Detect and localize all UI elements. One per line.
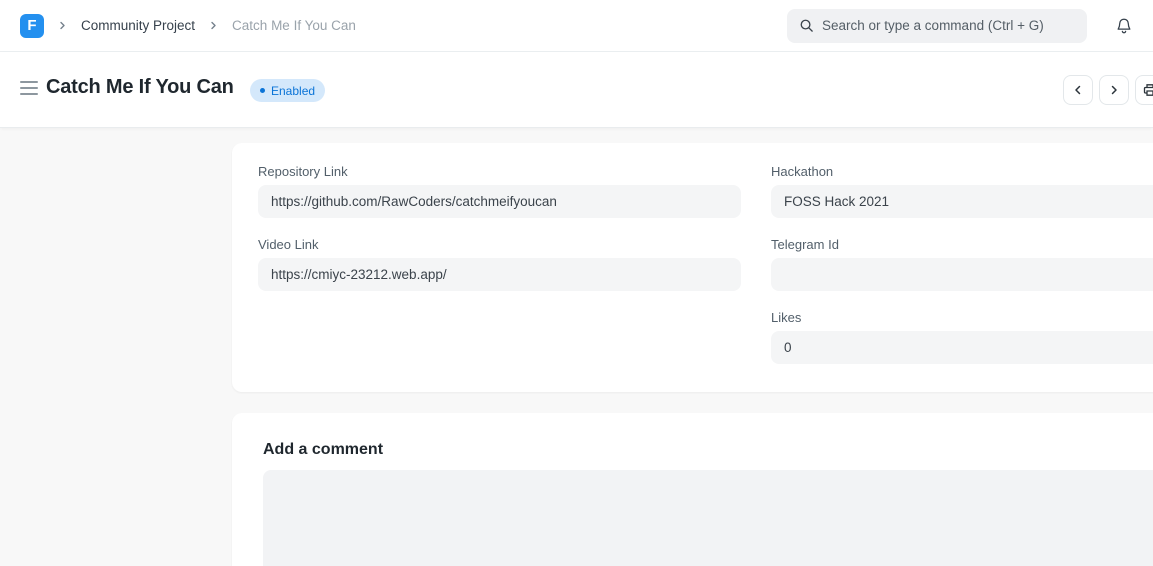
field-video-link: Video Link [258, 237, 741, 291]
telegram-id-input[interactable] [771, 258, 1153, 291]
next-document-button[interactable] [1099, 75, 1129, 105]
likes-input[interactable] [771, 331, 1153, 364]
form-section-card: Repository Link Video Link Hackathon Tel… [232, 143, 1153, 392]
comment-input[interactable] [263, 470, 1153, 566]
chevron-left-icon [1072, 84, 1084, 96]
previous-document-button[interactable] [1063, 75, 1093, 105]
video-link-input[interactable] [258, 258, 741, 291]
chevron-right-icon [58, 21, 67, 30]
search-input[interactable] [822, 18, 1075, 33]
global-search[interactable] [787, 9, 1087, 43]
field-repository-link: Repository Link [258, 164, 741, 218]
breadcrumb-item-community-project[interactable]: Community Project [81, 18, 195, 33]
field-label: Video Link [258, 237, 741, 252]
breadcrumb-item-current: Catch Me If You Can [232, 18, 356, 33]
field-hackathon: Hackathon [771, 164, 1153, 218]
hackathon-input[interactable] [771, 185, 1153, 218]
add-comment-heading: Add a comment [263, 441, 383, 459]
repository-link-input[interactable] [258, 185, 741, 218]
field-label: Telegram Id [771, 237, 1153, 252]
status-badge-label: Enabled [271, 84, 315, 98]
field-telegram-id: Telegram Id [771, 237, 1153, 291]
frappe-logo-icon[interactable]: F [20, 14, 44, 38]
page-title: Catch Me If You Can [46, 76, 234, 99]
status-badge: Enabled [250, 79, 325, 102]
comments-section-card: Add a comment [232, 413, 1153, 566]
notification-bell-icon[interactable] [1115, 17, 1133, 35]
field-label: Likes [771, 310, 1153, 325]
field-label: Hackathon [771, 164, 1153, 179]
printer-icon [1143, 83, 1153, 97]
navbar: F Community Project Catch Me If You Can [0, 0, 1153, 52]
status-dot [260, 88, 265, 93]
chevron-right-icon [209, 21, 218, 30]
print-button[interactable] [1135, 75, 1153, 105]
field-label: Repository Link [258, 164, 741, 179]
sidebar-toggle-icon[interactable] [20, 81, 38, 95]
field-likes: Likes [771, 310, 1153, 364]
chevron-right-icon [1108, 84, 1120, 96]
breadcrumb: F Community Project Catch Me If You Can [20, 14, 356, 38]
search-icon [799, 18, 814, 33]
